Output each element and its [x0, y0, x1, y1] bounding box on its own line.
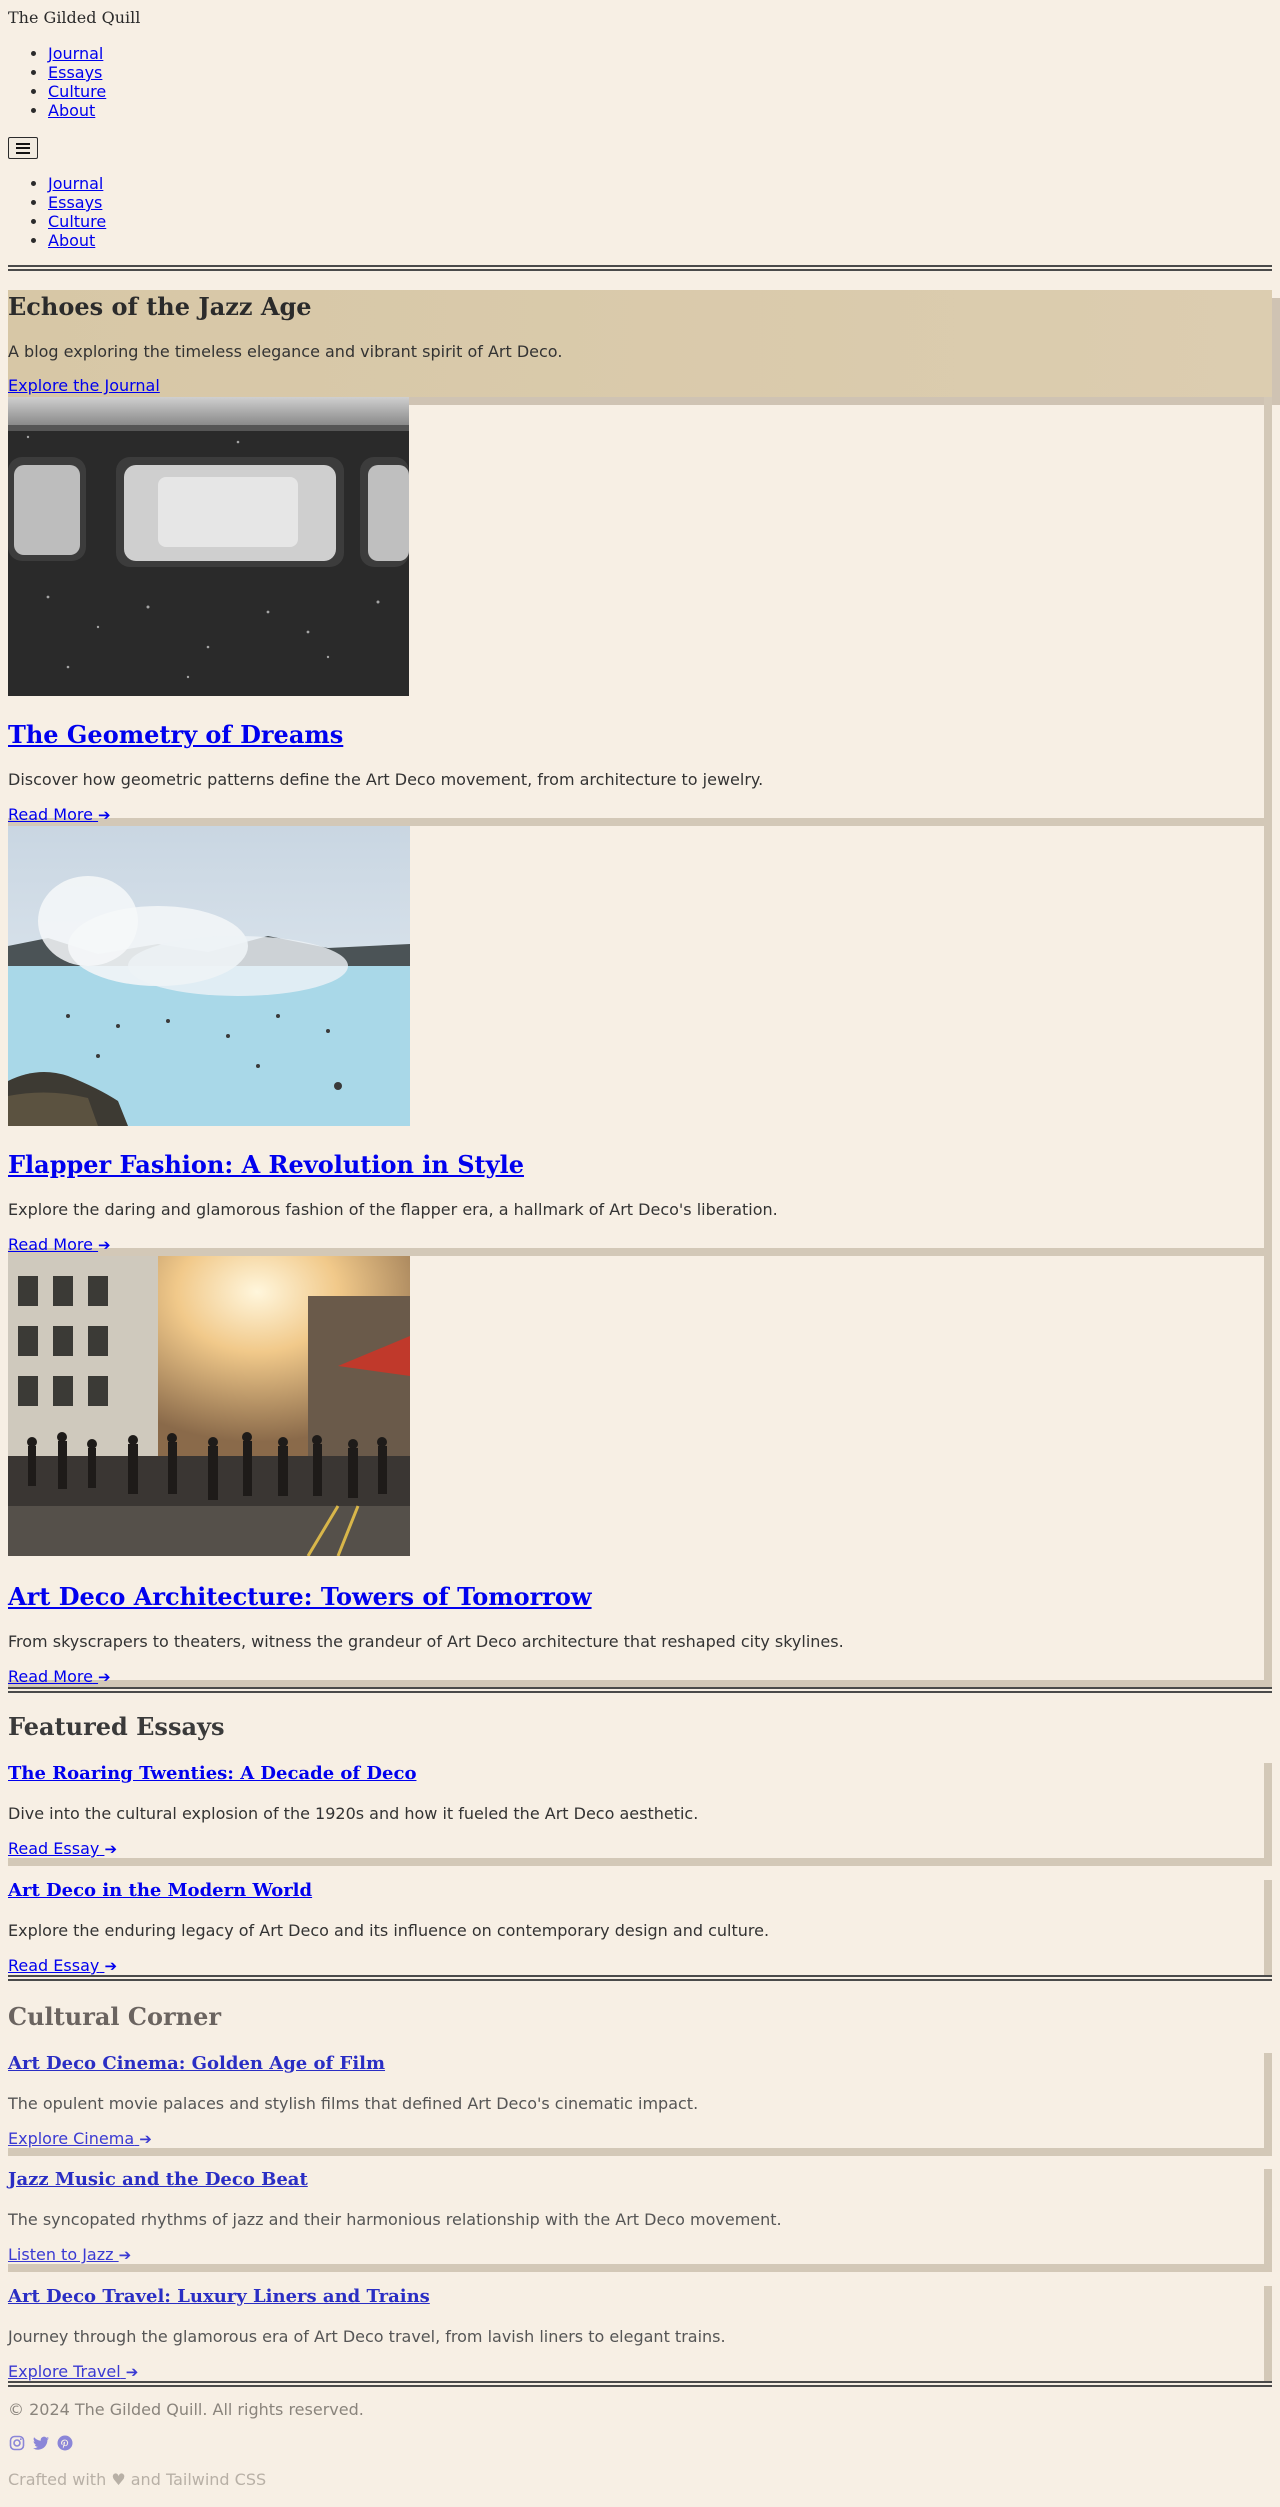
social-links [8, 2434, 74, 2452]
instagram-icon[interactable] [8, 2434, 26, 2452]
post-card: Art Deco Architecture: Towers of Tomorro… [8, 1256, 1272, 1688]
culture-excerpt: The opulent movie palaces and stylish fi… [8, 2094, 699, 2113]
footer-divider [8, 2381, 1272, 2387]
header-divider [8, 265, 1272, 271]
mobile-nav-item-journal: Journal [48, 174, 106, 193]
nav-item-journal: Journal [48, 44, 106, 63]
hero-section: Echoes of the Jazz Age A blog exploring … [8, 290, 1272, 397]
crafted-prefix: Crafted with [8, 2470, 107, 2489]
arrow-right-icon: ➔ [98, 1668, 111, 1686]
read-essay-link[interactable]: Read Essay ➔ [8, 1839, 117, 1858]
nav-link-essays[interactable]: Essays [48, 63, 102, 82]
main-nav: Journal Essays Culture About [8, 44, 106, 120]
arrow-right-icon: ➔ [125, 2363, 139, 2381]
essay-excerpt: Dive into the cultural explosion of the … [8, 1804, 699, 1823]
mobile-nav-link-about[interactable]: About [48, 231, 95, 250]
heart-icon: ♥ [111, 2470, 126, 2489]
essay-title: The Roaring Twenties: A Decade of Deco [8, 1763, 416, 1784]
explore-journal-link[interactable]: Explore the Journal [8, 376, 160, 395]
hamburger-icon [16, 142, 30, 154]
nav-item-essays: Essays [48, 63, 106, 82]
post-card: The Geometry of Dreams Discover how geom… [8, 397, 1272, 826]
crafted-suffix: and Tailwind CSS [130, 2470, 267, 2489]
essay-title: Art Deco in the Modern World [8, 1880, 312, 1901]
read-more-link[interactable]: Read More ➔ [8, 1667, 111, 1686]
read-more-label: Read More [8, 1235, 93, 1254]
culture-excerpt: The syncopated rhythms of jazz and their… [8, 2210, 782, 2229]
footer-crafted: Crafted with ♥ and Tailwind CSS [8, 2470, 266, 2489]
hero-title: Echoes of the Jazz Age [8, 292, 312, 321]
mobile-nav-link-essays[interactable]: Essays [48, 193, 102, 212]
nav-link-journal[interactable]: Journal [48, 44, 103, 63]
post-excerpt: From skyscrapers to theaters, witness th… [8, 1632, 844, 1651]
site-brand: The Gilded Quill [8, 8, 141, 27]
essay-title-link[interactable]: The Roaring Twenties: A Decade of Deco [8, 1763, 416, 1784]
essay-card: Art Deco in the Modern World Explore the… [8, 1880, 1272, 1975]
read-essay-link[interactable]: Read Essay ➔ [8, 1956, 117, 1975]
culture-title-link[interactable]: Art Deco Travel: Luxury Liners and Train… [8, 2286, 430, 2307]
post-title-link[interactable]: The Geometry of Dreams [8, 720, 343, 749]
read-essay-label: Read Essay [8, 1956, 100, 1975]
mobile-nav-item-essays: Essays [48, 193, 106, 212]
arrow-right-icon: ➔ [139, 2130, 152, 2148]
arrow-right-icon: ➔ [98, 806, 111, 824]
post-excerpt: Explore the daring and glamorous fashion… [8, 1200, 778, 1219]
nav-item-culture: Culture [48, 82, 106, 101]
read-essay-label: Read Essay [8, 1839, 100, 1858]
culture-excerpt: Journey through the glamorous era of Art… [8, 2327, 726, 2346]
read-more-link[interactable]: Read More ➔ [8, 1235, 111, 1254]
read-more-label: Read More [8, 1667, 93, 1686]
menu-toggle-button[interactable] [8, 137, 38, 159]
arrow-right-icon: ➔ [104, 1957, 118, 1975]
essay-title-link[interactable]: Art Deco in the Modern World [8, 1880, 312, 1901]
featured-essays-heading: Featured Essays [8, 1712, 225, 1741]
mobile-nav-link-culture[interactable]: Culture [48, 212, 106, 231]
essay-excerpt: Explore the enduring legacy of Art Deco … [8, 1921, 770, 1940]
post-image-train [8, 397, 409, 696]
mobile-nav-item-culture: Culture [48, 212, 106, 231]
culture-title: Jazz Music and the Deco Beat [8, 2169, 308, 2190]
cultural-corner-heading: Cultural Corner [8, 2002, 221, 2031]
post-image-street [8, 1256, 410, 1556]
read-more-link[interactable]: Read More ➔ [8, 805, 111, 824]
arrow-right-icon: ➔ [98, 1236, 111, 1254]
post-card: Flapper Fashion: A Revolution in Style E… [8, 826, 1272, 1256]
culture-title: Art Deco Cinema: Golden Age of Film [8, 2053, 385, 2074]
culture-card: Jazz Music and the Deco Beat The syncopa… [8, 2169, 1272, 2272]
post-excerpt: Discover how geometric patterns define t… [8, 770, 764, 789]
post-image-lagoon [8, 826, 410, 1126]
culture-title-link[interactable]: Art Deco Cinema: Golden Age of Film [8, 2053, 385, 2074]
post-title: Art Deco Architecture: Towers of Tomorro… [8, 1582, 592, 1611]
hero-subtitle: A blog exploring the timeless elegance a… [8, 342, 563, 361]
culture-card: Art Deco Travel: Luxury Liners and Train… [8, 2286, 1272, 2381]
mobile-nav: Journal Essays Culture About [8, 174, 106, 250]
arrow-right-icon: ➔ [104, 1840, 118, 1858]
listen-to-jazz-link[interactable]: Listen to Jazz ➔ [8, 2245, 131, 2264]
post-title-link[interactable]: Flapper Fashion: A Revolution in Style [8, 1150, 524, 1179]
mobile-nav-link-journal[interactable]: Journal [48, 174, 103, 193]
nav-link-about[interactable]: About [48, 101, 95, 120]
post-title: The Geometry of Dreams [8, 720, 343, 749]
arrow-right-icon: ➔ [118, 2246, 132, 2264]
post-title-link[interactable]: Art Deco Architecture: Towers of Tomorro… [8, 1582, 592, 1611]
explore-travel-link[interactable]: Explore Travel ➔ [8, 2362, 138, 2381]
culture-title-link[interactable]: Jazz Music and the Deco Beat [8, 2169, 308, 2190]
twitter-icon[interactable] [32, 2434, 50, 2452]
section-divider [8, 1975, 1272, 1981]
explore-travel-label: Explore Travel [8, 2362, 121, 2381]
section-divider [8, 1687, 1272, 1693]
essay-card: The Roaring Twenties: A Decade of Deco D… [8, 1763, 1272, 1866]
pinterest-icon[interactable] [56, 2434, 74, 2452]
footer-copyright: © 2024 The Gilded Quill. All rights rese… [8, 2400, 364, 2419]
culture-title: Art Deco Travel: Luxury Liners and Train… [8, 2286, 430, 2307]
post-title: Flapper Fashion: A Revolution in Style [8, 1150, 524, 1179]
read-more-label: Read More [8, 805, 93, 824]
nav-link-culture[interactable]: Culture [48, 82, 106, 101]
explore-cinema-link[interactable]: Explore Cinema ➔ [8, 2129, 152, 2148]
mobile-nav-item-about: About [48, 231, 106, 250]
nav-item-about: About [48, 101, 106, 120]
culture-card: Art Deco Cinema: Golden Age of Film The … [8, 2053, 1272, 2156]
explore-cinema-label: Explore Cinema [8, 2129, 135, 2148]
listen-to-jazz-label: Listen to Jazz [8, 2245, 114, 2264]
